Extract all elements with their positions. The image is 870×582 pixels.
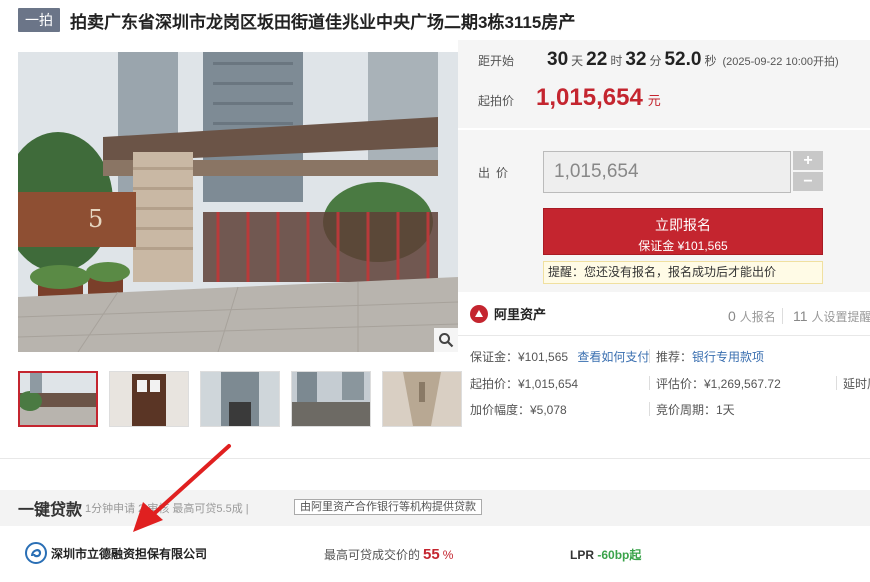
countdown-days-unit: 天 — [571, 54, 584, 68]
reminder-count: 11 人设置提醒 — [793, 308, 870, 325]
countdown-label: 距开始 — [478, 54, 515, 68]
thumbnail-3[interactable] — [200, 371, 280, 427]
info-vsep — [649, 376, 650, 390]
deposit-amount: 保证金 ¥101,565 — [638, 239, 728, 253]
max-loan-value: 55 — [423, 546, 440, 563]
how-to-pay-link[interactable]: 查看如何支付 — [577, 350, 649, 364]
loan-title: 一键贷款 — [18, 502, 83, 519]
bid-panel: 距开始 30 天 22 时 32 分 52.0 秒 (2025-09-22 10… — [458, 40, 870, 292]
loan-company[interactable]: 深圳市立德融资担保有限公司 — [25, 542, 207, 564]
countdown-seconds: 52.0 — [664, 49, 702, 70]
company-name: 深圳市立德融资担保有限公司 — [51, 546, 208, 561]
registered-count: 0 人报名 — [728, 308, 776, 325]
info-vsep — [836, 376, 837, 390]
bid-amount-input[interactable]: 1,015,654 — [543, 151, 791, 193]
info-vsep — [649, 349, 650, 363]
countdown-hours: 22 — [586, 49, 608, 70]
info-divider — [458, 335, 870, 336]
auction-round-tag: 一拍 — [18, 8, 60, 32]
zoom-icon[interactable] — [434, 328, 458, 352]
reminder-number: 11 — [793, 308, 808, 324]
count-divider — [782, 308, 783, 324]
countdown-hours-unit: 时 — [610, 54, 623, 68]
lpr-value: -60bp起 — [597, 548, 642, 562]
annotation-arrow-icon — [133, 444, 231, 532]
max-loan-label: 最高可贷成交价的 — [324, 548, 421, 562]
countdown-minutes: 32 — [625, 49, 647, 70]
thumbnail-strip — [18, 371, 473, 427]
decrease-bid-button[interactable]: − — [793, 172, 823, 191]
delay-info: 延时周 — [843, 377, 870, 391]
registered-number: 0 — [728, 308, 736, 324]
countdown: 距开始 30 天 22 时 32 分 52.0 秒 (2025-09-22 10… — [478, 49, 839, 71]
register-now-button[interactable]: 立即报名 保证金 ¥101,565 — [543, 208, 823, 255]
increase-bid-button[interactable]: + — [793, 151, 823, 170]
platform-brand[interactable]: 阿里资产 — [470, 304, 546, 323]
svg-text:5: 5 — [88, 205, 103, 233]
countdown-minutes-unit: 分 — [649, 54, 662, 68]
lpr-rate: LPR -60bp起 — [570, 546, 641, 563]
thumbnail-5[interactable] — [382, 371, 462, 427]
assessed-price-info: 评估价：¥1,269,567.72 — [656, 377, 781, 391]
start-price-row: 起拍价 1,015,654 元 — [478, 84, 661, 112]
panel-divider — [458, 128, 870, 130]
reminder-label: 人设置提醒 — [811, 310, 870, 324]
recommend-info: 推荐：银行专用款项 — [656, 348, 764, 365]
deposit-info-label: 保证金：¥101,565 — [470, 350, 569, 364]
bid-label: 出价 — [478, 166, 515, 180]
deposit-info: 保证金：¥101,565 查看如何支付 — [470, 348, 649, 365]
start-price-info: 起拍价：¥1,015,654 — [470, 377, 579, 391]
bank-funds-link[interactable]: 银行专用款项 — [692, 350, 764, 364]
max-loan-ratio: 最高可贷成交价的 55% — [324, 546, 453, 563]
thumbnail-1[interactable] — [18, 371, 98, 427]
company-logo-icon — [25, 542, 47, 564]
registration-notice: 提醒：您还没有报名，报名成功后才能出价 — [543, 261, 823, 284]
title-row: 一拍 拍卖广东省深圳市龙岗区坂田街道佳兆业中央广场二期3栋3115房产 — [18, 8, 575, 32]
start-price-label: 起拍价 — [478, 94, 515, 108]
start-time: (2025-09-22 10:00开拍) — [722, 56, 839, 68]
max-loan-unit: % — [442, 548, 454, 562]
main-property-image[interactable]: 5 — [18, 52, 458, 352]
thumbnail-2[interactable] — [109, 371, 189, 427]
info-vsep — [649, 402, 650, 416]
start-price-value: 1,015,654 — [536, 84, 643, 111]
increment-info: 加价幅度：¥5,078 — [470, 403, 567, 417]
page-title: 拍卖广东省深圳市龙岗区坂田街道佳兆业中央广场二期3栋3115房产 — [70, 12, 576, 32]
bid-cycle-info: 竞价周期：1天 — [656, 403, 735, 417]
registered-label: 人报名 — [739, 310, 776, 324]
countdown-days: 30 — [547, 49, 569, 70]
thumbnail-4[interactable] — [291, 371, 371, 427]
register-button-label: 立即报名 — [655, 217, 711, 233]
lpr-label: LPR — [570, 548, 594, 562]
recommend-label: 推荐： — [656, 350, 693, 364]
start-price-unit: 元 — [647, 93, 661, 108]
loan-provider-tag: 由阿里资产合作银行等机构提供贷款 — [294, 499, 482, 515]
countdown-seconds-unit: 秒 — [704, 54, 717, 68]
ali-asset-logo-icon — [470, 304, 488, 323]
platform-name: 阿里资产 — [494, 307, 547, 322]
